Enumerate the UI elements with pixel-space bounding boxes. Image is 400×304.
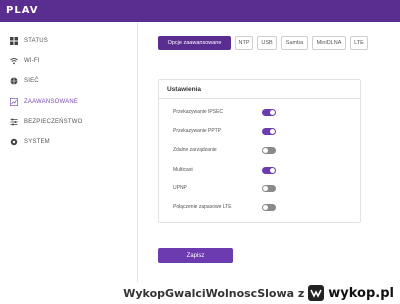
ipsec-toggle[interactable]	[262, 109, 276, 116]
setting-label: UPNP	[173, 185, 187, 191]
top-bar: PLAV	[0, 0, 400, 22]
watermark-text: WykopGwalciWolnoscSlowa z	[123, 286, 305, 300]
settings-title: Ustawienia	[159, 80, 360, 99]
shield-sliders-icon	[10, 118, 18, 126]
setting-label: Multicast	[173, 167, 193, 173]
wykop-logo-icon	[308, 285, 325, 301]
toggle-knob	[263, 148, 268, 153]
watermark: WykopGwalciWolnoscSlowa z wykop.pl	[123, 284, 394, 302]
tab-usb[interactable]: USB	[257, 36, 277, 50]
setting-label: Zdalne zarządzanie	[173, 147, 217, 153]
sidebar-item-bezpieczenstwo[interactable]: BEZPIECZEŃSTWO	[10, 116, 82, 128]
tab-lte[interactable]: LTE	[350, 36, 368, 50]
tab-opcje-zaawansowane[interactable]: Opcje zaawansowane	[158, 36, 231, 50]
sidebar-item-label: ZAAWANSOWANE	[24, 99, 79, 105]
lte-backup-toggle[interactable]	[262, 204, 276, 211]
chart-icon	[10, 98, 18, 106]
upnp-toggle[interactable]	[262, 185, 276, 192]
toggle-knob	[270, 129, 275, 134]
sidebar-item-label: SIEĆ	[24, 78, 39, 84]
multicast-toggle[interactable]	[262, 167, 276, 174]
watermark-site: wykop.pl	[328, 285, 394, 301]
tab-minidlna[interactable]: MiniDLNA	[312, 36, 346, 50]
toggle-knob	[263, 205, 268, 210]
pptp-toggle[interactable]	[262, 128, 276, 135]
setting-label: Połączenie zapasowe LTE	[173, 204, 232, 210]
globe-icon	[10, 77, 18, 85]
setting-label: Przekazywanie PPTP	[173, 128, 222, 134]
tab-samba[interactable]: Samba	[281, 36, 308, 50]
grid-icon	[10, 37, 18, 45]
gear-icon	[10, 138, 18, 146]
sidebar-item-label: BEZPIECZEŃSTWO	[24, 119, 83, 125]
toggle-knob	[270, 168, 275, 173]
play-logo[interactable]: PLAV	[6, 5, 39, 16]
setting-label: Przekazywanie IPSEC	[173, 109, 224, 115]
toggle-knob	[263, 186, 268, 191]
sidebar-item-siec[interactable]: SIEĆ	[10, 75, 39, 87]
sidebar-item-system[interactable]: SYSTEM	[10, 136, 50, 148]
wifi-icon	[10, 57, 18, 65]
save-button[interactable]: Zapisz	[158, 248, 233, 263]
toggle-knob	[270, 110, 275, 115]
sidebar: STATUS WI-FI SIEĆ ZAAWANSOWANE BEZPIECZE…	[0, 22, 138, 282]
sidebar-item-label: STATUS	[24, 38, 48, 44]
sidebar-item-wifi[interactable]: WI-FI	[10, 55, 40, 67]
tab-ntp[interactable]: NTP	[235, 36, 253, 50]
sidebar-item-label: SYSTEM	[24, 139, 50, 145]
settings-card: Ustawienia Przekazywanie IPSEC Przekazyw…	[158, 79, 361, 223]
remote-management-toggle[interactable]	[262, 147, 276, 154]
sidebar-item-label: WI-FI	[24, 58, 40, 64]
sidebar-item-status[interactable]: STATUS	[10, 35, 48, 47]
sidebar-item-zaawansowane[interactable]: ZAAWANSOWANE	[10, 96, 78, 108]
